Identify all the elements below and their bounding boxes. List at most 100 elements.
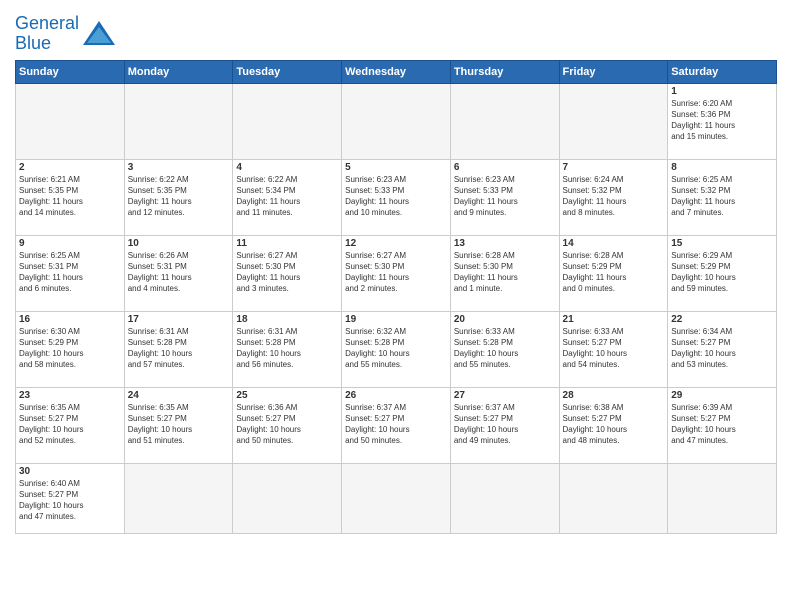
week-row-5: 23Sunrise: 6:35 AM Sunset: 5:27 PM Dayli… <box>16 387 777 463</box>
logo-blue: Blue <box>15 34 79 54</box>
day-number: 9 <box>19 238 121 249</box>
day-info: Sunrise: 6:35 AM Sunset: 5:27 PM Dayligh… <box>128 402 230 447</box>
calendar-cell <box>450 83 559 159</box>
calendar-cell: 9Sunrise: 6:25 AM Sunset: 5:31 PM Daylig… <box>16 235 125 311</box>
day-number: 23 <box>19 390 121 401</box>
weekday-header-saturday: Saturday <box>668 60 777 83</box>
logo-blue-text: Blue <box>15 33 51 53</box>
day-number: 10 <box>128 238 230 249</box>
day-info: Sunrise: 6:36 AM Sunset: 5:27 PM Dayligh… <box>236 402 338 447</box>
day-number: 4 <box>236 162 338 173</box>
calendar-cell <box>16 83 125 159</box>
header: General Blue <box>15 10 777 54</box>
calendar-cell <box>124 83 233 159</box>
day-number: 11 <box>236 238 338 249</box>
day-number: 21 <box>563 314 665 325</box>
calendar-cell: 8Sunrise: 6:25 AM Sunset: 5:32 PM Daylig… <box>668 159 777 235</box>
day-number: 14 <box>563 238 665 249</box>
day-info: Sunrise: 6:39 AM Sunset: 5:27 PM Dayligh… <box>671 402 773 447</box>
day-number: 17 <box>128 314 230 325</box>
day-number: 24 <box>128 390 230 401</box>
calendar-cell: 12Sunrise: 6:27 AM Sunset: 5:30 PM Dayli… <box>342 235 451 311</box>
calendar-cell: 5Sunrise: 6:23 AM Sunset: 5:33 PM Daylig… <box>342 159 451 235</box>
calendar-cell <box>233 463 342 533</box>
weekday-header-friday: Friday <box>559 60 668 83</box>
day-number: 16 <box>19 314 121 325</box>
weekday-header-tuesday: Tuesday <box>233 60 342 83</box>
calendar-cell <box>233 83 342 159</box>
day-info: Sunrise: 6:25 AM Sunset: 5:31 PM Dayligh… <box>19 250 121 295</box>
calendar-cell: 19Sunrise: 6:32 AM Sunset: 5:28 PM Dayli… <box>342 311 451 387</box>
day-info: Sunrise: 6:26 AM Sunset: 5:31 PM Dayligh… <box>128 250 230 295</box>
day-info: Sunrise: 6:32 AM Sunset: 5:28 PM Dayligh… <box>345 326 447 371</box>
calendar-cell: 11Sunrise: 6:27 AM Sunset: 5:30 PM Dayli… <box>233 235 342 311</box>
day-info: Sunrise: 6:27 AM Sunset: 5:30 PM Dayligh… <box>345 250 447 295</box>
weekday-header-wednesday: Wednesday <box>342 60 451 83</box>
calendar-cell: 20Sunrise: 6:33 AM Sunset: 5:28 PM Dayli… <box>450 311 559 387</box>
calendar-cell <box>124 463 233 533</box>
calendar-cell <box>559 463 668 533</box>
calendar-cell: 1Sunrise: 6:20 AM Sunset: 5:36 PM Daylig… <box>668 83 777 159</box>
day-number: 2 <box>19 162 121 173</box>
day-number: 26 <box>345 390 447 401</box>
day-info: Sunrise: 6:21 AM Sunset: 5:35 PM Dayligh… <box>19 174 121 219</box>
day-number: 29 <box>671 390 773 401</box>
calendar-cell: 17Sunrise: 6:31 AM Sunset: 5:28 PM Dayli… <box>124 311 233 387</box>
weekday-header-sunday: Sunday <box>16 60 125 83</box>
week-row-2: 2Sunrise: 6:21 AM Sunset: 5:35 PM Daylig… <box>16 159 777 235</box>
calendar-cell: 27Sunrise: 6:37 AM Sunset: 5:27 PM Dayli… <box>450 387 559 463</box>
week-row-4: 16Sunrise: 6:30 AM Sunset: 5:29 PM Dayli… <box>16 311 777 387</box>
day-info: Sunrise: 6:31 AM Sunset: 5:28 PM Dayligh… <box>128 326 230 371</box>
calendar-cell <box>559 83 668 159</box>
day-number: 27 <box>454 390 556 401</box>
day-info: Sunrise: 6:20 AM Sunset: 5:36 PM Dayligh… <box>671 98 773 143</box>
calendar-cell: 2Sunrise: 6:21 AM Sunset: 5:35 PM Daylig… <box>16 159 125 235</box>
calendar-cell: 23Sunrise: 6:35 AM Sunset: 5:27 PM Dayli… <box>16 387 125 463</box>
calendar-cell <box>450 463 559 533</box>
day-number: 1 <box>671 86 773 97</box>
logo-text: General <box>15 14 79 34</box>
day-info: Sunrise: 6:35 AM Sunset: 5:27 PM Dayligh… <box>19 402 121 447</box>
calendar-cell: 14Sunrise: 6:28 AM Sunset: 5:29 PM Dayli… <box>559 235 668 311</box>
calendar-cell: 10Sunrise: 6:26 AM Sunset: 5:31 PM Dayli… <box>124 235 233 311</box>
weekday-header-thursday: Thursday <box>450 60 559 83</box>
day-info: Sunrise: 6:37 AM Sunset: 5:27 PM Dayligh… <box>454 402 556 447</box>
day-info: Sunrise: 6:29 AM Sunset: 5:29 PM Dayligh… <box>671 250 773 295</box>
day-number: 28 <box>563 390 665 401</box>
week-row-1: 1Sunrise: 6:20 AM Sunset: 5:36 PM Daylig… <box>16 83 777 159</box>
day-number: 18 <box>236 314 338 325</box>
weekday-header-monday: Monday <box>124 60 233 83</box>
calendar-cell: 25Sunrise: 6:36 AM Sunset: 5:27 PM Dayli… <box>233 387 342 463</box>
day-info: Sunrise: 6:23 AM Sunset: 5:33 PM Dayligh… <box>454 174 556 219</box>
calendar-cell: 4Sunrise: 6:22 AM Sunset: 5:34 PM Daylig… <box>233 159 342 235</box>
day-info: Sunrise: 6:33 AM Sunset: 5:27 PM Dayligh… <box>563 326 665 371</box>
day-number: 6 <box>454 162 556 173</box>
logo-general: General <box>15 13 79 33</box>
day-info: Sunrise: 6:22 AM Sunset: 5:34 PM Dayligh… <box>236 174 338 219</box>
calendar-cell: 22Sunrise: 6:34 AM Sunset: 5:27 PM Dayli… <box>668 311 777 387</box>
calendar-cell: 24Sunrise: 6:35 AM Sunset: 5:27 PM Dayli… <box>124 387 233 463</box>
day-info: Sunrise: 6:30 AM Sunset: 5:29 PM Dayligh… <box>19 326 121 371</box>
calendar-cell <box>668 463 777 533</box>
calendar-cell: 7Sunrise: 6:24 AM Sunset: 5:32 PM Daylig… <box>559 159 668 235</box>
week-row-6: 30Sunrise: 6:40 AM Sunset: 5:27 PM Dayli… <box>16 463 777 533</box>
calendar-cell: 15Sunrise: 6:29 AM Sunset: 5:29 PM Dayli… <box>668 235 777 311</box>
day-number: 20 <box>454 314 556 325</box>
logo: General Blue <box>15 14 117 54</box>
day-number: 5 <box>345 162 447 173</box>
calendar-cell <box>342 463 451 533</box>
calendar-cell: 18Sunrise: 6:31 AM Sunset: 5:28 PM Dayli… <box>233 311 342 387</box>
calendar-cell: 3Sunrise: 6:22 AM Sunset: 5:35 PM Daylig… <box>124 159 233 235</box>
day-info: Sunrise: 6:38 AM Sunset: 5:27 PM Dayligh… <box>563 402 665 447</box>
day-info: Sunrise: 6:40 AM Sunset: 5:27 PM Dayligh… <box>19 478 121 523</box>
calendar-cell: 6Sunrise: 6:23 AM Sunset: 5:33 PM Daylig… <box>450 159 559 235</box>
page: General Blue SundayMondayTuesdayWednesda… <box>0 0 792 612</box>
week-row-3: 9Sunrise: 6:25 AM Sunset: 5:31 PM Daylig… <box>16 235 777 311</box>
calendar-cell: 26Sunrise: 6:37 AM Sunset: 5:27 PM Dayli… <box>342 387 451 463</box>
day-number: 7 <box>563 162 665 173</box>
calendar-cell: 16Sunrise: 6:30 AM Sunset: 5:29 PM Dayli… <box>16 311 125 387</box>
day-number: 15 <box>671 238 773 249</box>
day-number: 19 <box>345 314 447 325</box>
day-info: Sunrise: 6:23 AM Sunset: 5:33 PM Dayligh… <box>345 174 447 219</box>
day-info: Sunrise: 6:24 AM Sunset: 5:32 PM Dayligh… <box>563 174 665 219</box>
